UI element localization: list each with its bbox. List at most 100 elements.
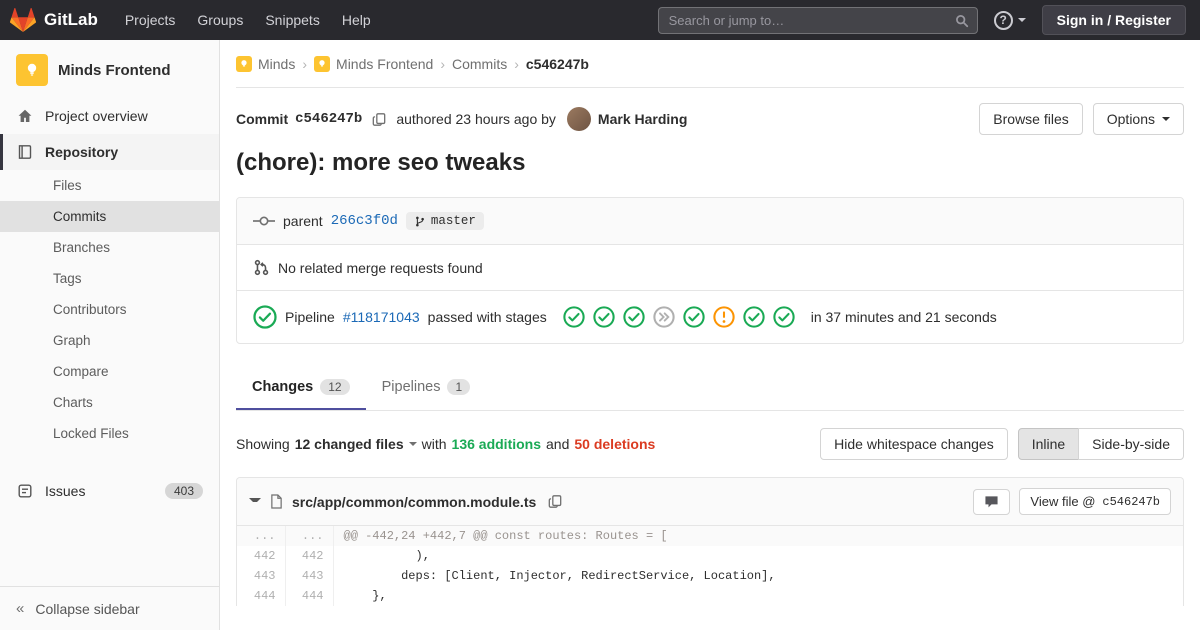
ci-stage-passed-icon[interactable] bbox=[743, 306, 765, 328]
lightbulb-icon bbox=[24, 62, 40, 78]
ci-stage-skipped-icon[interactable] bbox=[653, 306, 675, 328]
breadcrumb-link-project[interactable]: Minds Frontend bbox=[314, 56, 433, 72]
copy-commit-sha-button[interactable] bbox=[369, 110, 389, 129]
parent-sha-link[interactable]: 266c3f0d bbox=[331, 213, 398, 229]
question-icon: ? bbox=[994, 11, 1013, 30]
ci-stage-warning-icon[interactable] bbox=[713, 306, 735, 328]
sidebar-subitem-files[interactable]: Files bbox=[0, 170, 219, 201]
sidebar-subitem-locked-files[interactable]: Locked Files bbox=[0, 418, 219, 449]
ci-stage-passed-icon[interactable] bbox=[563, 306, 585, 328]
collapse-diff-caret[interactable] bbox=[249, 498, 261, 506]
sidebar-nav: Project overview Repository Files Commit… bbox=[0, 98, 219, 509]
deletions-count: 50 deletions bbox=[574, 436, 655, 452]
commit-label: Commit bbox=[236, 111, 288, 127]
ci-stage-passed-icon[interactable] bbox=[773, 306, 795, 328]
merge-requests-row: No related merge requests found bbox=[237, 244, 1183, 290]
sidebar-subitem-commits[interactable]: Commits bbox=[0, 201, 219, 232]
main-content: Minds › Minds Frontend › Commits › c5462… bbox=[220, 40, 1200, 630]
diff-hunk-row: ... ... @@ -442,24 +442,7 @@ const route… bbox=[237, 526, 1183, 546]
pipeline-id-link[interactable]: #118171043 bbox=[343, 309, 420, 325]
ci-stage-passed-icon[interactable] bbox=[683, 306, 705, 328]
top-navbar: GitLab Projects Groups Snippets Help ? S… bbox=[0, 0, 1200, 40]
commit-info-box: parent 266c3f0d master No related bbox=[236, 197, 1184, 344]
new-line-number[interactable]: 443 bbox=[285, 566, 333, 586]
search-box bbox=[658, 7, 978, 34]
options-dropdown-button[interactable]: Options bbox=[1093, 103, 1184, 135]
breadcrumb-current-sha: c546247b bbox=[526, 56, 589, 72]
chevron-down-icon bbox=[409, 442, 417, 446]
changed-files-dropdown[interactable]: 12 changed files bbox=[295, 436, 417, 452]
tab-changes[interactable]: Changes 12 bbox=[236, 366, 366, 410]
sidebar-subitem-charts[interactable]: Charts bbox=[0, 387, 219, 418]
new-line-number[interactable]: 444 bbox=[285, 586, 333, 606]
sidebar-item-project-overview[interactable]: Project overview bbox=[0, 98, 219, 134]
author-name-link[interactable]: Mark Harding bbox=[598, 111, 687, 127]
pipeline-status-icon bbox=[253, 305, 277, 329]
project-name: Minds Frontend bbox=[58, 62, 171, 79]
sidebar-item-repository[interactable]: Repository bbox=[0, 134, 219, 170]
nav-item-snippets[interactable]: Snippets bbox=[254, 2, 330, 38]
sidebar-item-issues[interactable]: Issues 403 bbox=[0, 473, 219, 509]
collapse-sidebar-button[interactable]: « Collapse sidebar bbox=[0, 586, 219, 630]
breadcrumb-link-commits[interactable]: Commits bbox=[452, 56, 507, 72]
hide-whitespace-button[interactable]: Hide whitespace changes bbox=[820, 428, 1008, 460]
side-by-side-view-button[interactable]: Side-by-side bbox=[1078, 428, 1184, 460]
ci-stage-passed-icon[interactable] bbox=[593, 306, 615, 328]
sign-in-button[interactable]: Sign in / Register bbox=[1042, 5, 1186, 35]
sidebar-item-label: Repository bbox=[45, 144, 118, 160]
gitlab-logo[interactable]: GitLab bbox=[10, 8, 98, 32]
commit-title: (chore): more seo tweaks bbox=[236, 149, 1184, 177]
sidebar-subitem-contributors[interactable]: Contributors bbox=[0, 294, 219, 325]
repository-submenu: Files Commits Branches Tags Contributors… bbox=[0, 170, 219, 449]
issues-icon bbox=[16, 483, 34, 499]
project-context[interactable]: Minds Frontend bbox=[0, 40, 219, 98]
nav-item-projects[interactable]: Projects bbox=[114, 2, 187, 38]
help-dropdown[interactable]: ? bbox=[994, 11, 1026, 30]
line-content: }, bbox=[333, 586, 1183, 606]
authored-text: authored 23 hours ago by bbox=[396, 111, 556, 127]
commit-icon bbox=[253, 214, 275, 228]
sidebar-subitem-compare[interactable]: Compare bbox=[0, 356, 219, 387]
sidebar-subitem-tags[interactable]: Tags bbox=[0, 263, 219, 294]
nav-item-help[interactable]: Help bbox=[331, 2, 382, 38]
sidebar-subitem-branches[interactable]: Branches bbox=[0, 232, 219, 263]
project-avatar bbox=[16, 54, 48, 86]
project-sidebar: Minds Frontend Project overview Reposito… bbox=[0, 40, 220, 630]
old-line-number[interactable]: 444 bbox=[237, 586, 285, 606]
author-avatar[interactable] bbox=[567, 107, 591, 131]
copy-file-path-button[interactable] bbox=[545, 492, 565, 511]
nav-item-groups[interactable]: Groups bbox=[186, 2, 254, 38]
new-line-number[interactable]: 442 bbox=[285, 546, 333, 566]
branch-icon bbox=[414, 215, 426, 228]
inline-view-button[interactable]: Inline bbox=[1018, 428, 1079, 460]
breadcrumb-separator: › bbox=[514, 56, 519, 72]
chevron-down-icon bbox=[1162, 117, 1170, 121]
browse-files-button[interactable]: Browse files bbox=[979, 103, 1082, 135]
search-input[interactable] bbox=[658, 7, 978, 34]
view-file-button[interactable]: View file @ c546247b bbox=[1019, 488, 1171, 515]
chevron-down-icon bbox=[1018, 18, 1026, 22]
copy-icon bbox=[548, 494, 562, 509]
toggle-comments-button[interactable] bbox=[973, 489, 1010, 515]
ci-stage-passed-icon[interactable] bbox=[623, 306, 645, 328]
diff-file-card: src/app/common/common.module.ts View fil… bbox=[236, 477, 1184, 606]
additions-count: 136 additions bbox=[452, 436, 541, 452]
branch-ref-label[interactable]: master bbox=[406, 212, 484, 230]
old-line-number[interactable]: 442 bbox=[237, 546, 285, 566]
tab-pipelines[interactable]: Pipelines 1 bbox=[366, 366, 487, 410]
diff-line-row: 443 443 deps: [Client, Injector, Redirec… bbox=[237, 566, 1183, 586]
group-avatar bbox=[236, 56, 252, 72]
parent-row: parent 266c3f0d master bbox=[237, 198, 1183, 244]
no-merge-requests-text: No related merge requests found bbox=[278, 260, 483, 276]
home-icon bbox=[16, 108, 34, 124]
parent-label: parent bbox=[283, 213, 323, 229]
breadcrumb-separator: › bbox=[302, 56, 307, 72]
project-avatar-small bbox=[314, 56, 330, 72]
breadcrumb-link-group[interactable]: Minds bbox=[236, 56, 295, 72]
file-path-link[interactable]: src/app/common/common.module.ts bbox=[292, 494, 536, 510]
old-line-number: ... bbox=[237, 526, 285, 546]
old-line-number[interactable]: 443 bbox=[237, 566, 285, 586]
breadcrumb-separator: › bbox=[440, 56, 445, 72]
sidebar-subitem-graph[interactable]: Graph bbox=[0, 325, 219, 356]
sidebar-item-label: Project overview bbox=[45, 108, 148, 124]
